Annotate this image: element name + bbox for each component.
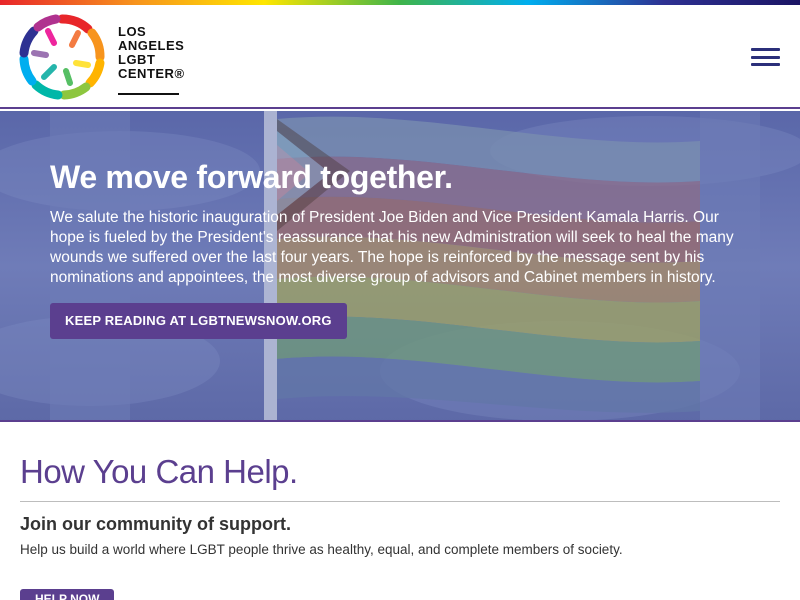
site-header: LOS ANGELES LGBT CENTER® [0,5,800,109]
logo-line-4: CENTER® [118,66,185,81]
help-now-button[interactable]: Help Now [20,589,115,600]
how-you-can-help-section: How You Can Help. Join our community of … [20,452,780,557]
keep-reading-button[interactable]: Keep reading at LGBTNEWSNOW.org [50,303,347,339]
logo-underline [118,93,179,95]
site-logo[interactable]: LOS ANGELES LGBT CENTER® [18,13,188,101]
hamburger-menu-icon[interactable] [751,46,780,68]
logo-line-3: LGBT [118,52,156,67]
help-subheading: Join our community of support. [20,514,291,534]
hero-banner: We move forward together. We salute the … [0,111,800,422]
menu-bar-bottom [751,63,780,66]
logo-mark-icon [19,14,105,100]
logo-line-2: ANGELES [118,38,185,53]
help-description: Help us build a world where LGBT people … [20,542,623,557]
hero-body-text: We salute the historic inauguration of P… [50,209,734,286]
help-heading: How You Can Help. [20,453,298,490]
help-divider [20,501,780,502]
menu-bar-middle [751,55,780,59]
logo-wordmark: LOS ANGELES LGBT CENTER® [118,25,188,81]
menu-bar-top [751,48,780,51]
logo-line-1: LOS [118,24,147,39]
hero-title: We move forward together. [50,159,453,195]
